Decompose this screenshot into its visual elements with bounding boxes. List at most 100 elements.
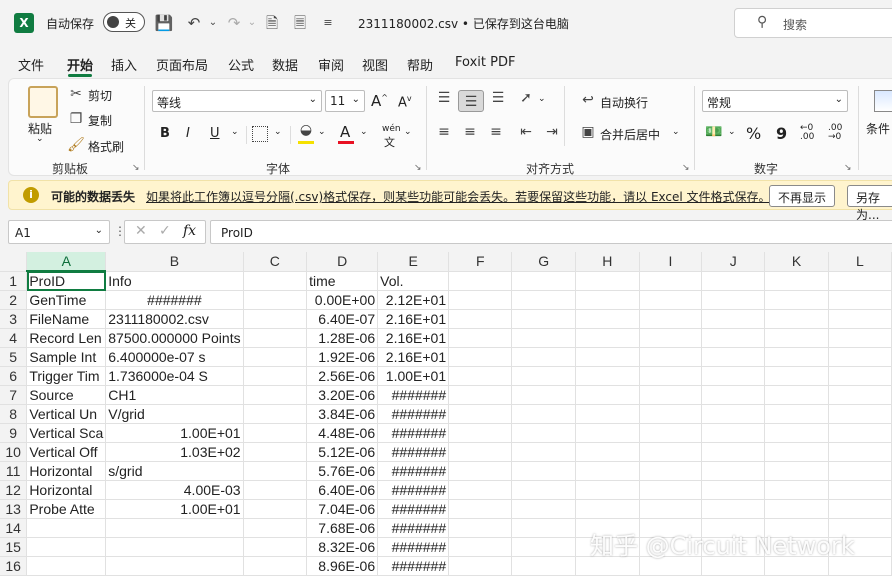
cell-e12[interactable]: ####### bbox=[377, 480, 450, 500]
cell-g14[interactable] bbox=[511, 518, 577, 538]
column-header-l[interactable]: L bbox=[828, 252, 892, 272]
cell-e4[interactable]: 2.16E+01 bbox=[377, 328, 450, 348]
wrap-text-button[interactable]: 自动换行 bbox=[600, 94, 648, 111]
font-size-select[interactable]: 11 ⌄ bbox=[325, 90, 365, 112]
redo-dropdown-icon[interactable]: ⌄ bbox=[242, 13, 262, 33]
column-header-g[interactable]: G bbox=[511, 252, 577, 272]
number-format-select[interactable]: 常规 ⌄ bbox=[702, 90, 848, 112]
cell-e2[interactable]: 2.12E+01 bbox=[377, 290, 450, 310]
decrease-indent-icon[interactable]: ⇤ bbox=[516, 124, 536, 140]
cancel-icon[interactable]: ✕ bbox=[135, 223, 147, 239]
cell-e10[interactable]: ####### bbox=[377, 442, 450, 462]
cell-l12[interactable] bbox=[828, 480, 892, 500]
cell-b2[interactable]: ####### bbox=[105, 290, 244, 310]
cell-e5[interactable]: 2.16E+01 bbox=[377, 347, 450, 367]
wrap-text-icon[interactable]: ↩ bbox=[578, 92, 598, 108]
tab-formulas[interactable]: 公式 bbox=[228, 55, 254, 74]
cell-j11[interactable] bbox=[701, 461, 766, 481]
number-launcher-icon[interactable]: ↘ bbox=[844, 163, 852, 173]
cell-f12[interactable] bbox=[448, 480, 513, 500]
cell-e3[interactable]: 2.16E+01 bbox=[377, 309, 450, 329]
cell-c8[interactable] bbox=[243, 404, 308, 424]
cell-b8[interactable]: V/grid bbox=[105, 404, 244, 424]
cell-d3[interactable]: 6.40E-07 bbox=[306, 309, 379, 329]
italic-button[interactable]: I bbox=[186, 126, 190, 141]
cell-g7[interactable] bbox=[511, 385, 577, 405]
cell-e9[interactable]: ####### bbox=[377, 423, 450, 443]
cell-c9[interactable] bbox=[243, 423, 308, 443]
column-header-i[interactable]: I bbox=[639, 252, 703, 272]
cell-e15[interactable]: ####### bbox=[377, 537, 450, 557]
cell-d6[interactable]: 2.56E-06 bbox=[306, 366, 379, 386]
cell-d11[interactable]: 5.76E-06 bbox=[306, 461, 379, 481]
cell-c4[interactable] bbox=[243, 328, 308, 348]
row-header[interactable]: 15 bbox=[0, 537, 28, 557]
cell-a7[interactable]: Source bbox=[26, 385, 107, 405]
cell-h7[interactable] bbox=[575, 385, 640, 405]
cell-e6[interactable]: 1.00E+01 bbox=[377, 366, 450, 386]
align-top-icon[interactable]: ☰ bbox=[434, 90, 454, 106]
cell-j13[interactable] bbox=[701, 499, 766, 519]
cell-a10[interactable]: Vertical Off bbox=[26, 442, 107, 462]
merge-center-button[interactable]: 合并后居中 bbox=[600, 126, 660, 143]
redo-icon[interactable]: ↷ bbox=[224, 13, 244, 33]
infobar-message-link[interactable]: 如果将此工作簿以逗号分隔(.csv)格式保存，则某些功能可能会丢失。若要保留这些… bbox=[146, 188, 771, 205]
save-icon[interactable]: 💾 bbox=[154, 13, 174, 33]
cell-d2[interactable]: 0.00E+00 bbox=[306, 290, 379, 310]
column-header-k[interactable]: K bbox=[764, 252, 829, 272]
cell-f16[interactable] bbox=[448, 556, 513, 576]
cell-b12[interactable]: 4.00E-03 bbox=[105, 480, 244, 500]
cell-d1[interactable]: time bbox=[306, 271, 379, 291]
cell-i6[interactable] bbox=[639, 366, 703, 386]
row-header[interactable]: 7 bbox=[0, 385, 28, 405]
cell-g9[interactable] bbox=[511, 423, 577, 443]
cell-i9[interactable] bbox=[639, 423, 703, 443]
comma-style-button[interactable]: 9 bbox=[776, 124, 787, 143]
cell-a11[interactable]: Horizontal bbox=[26, 461, 107, 481]
accounting-format-icon[interactable]: 💵 bbox=[704, 124, 724, 140]
cell-h12[interactable] bbox=[575, 480, 640, 500]
cell-g16[interactable] bbox=[511, 556, 577, 576]
cell-i4[interactable] bbox=[639, 328, 703, 348]
row-header[interactable]: 1 bbox=[0, 271, 28, 291]
cell-l13[interactable] bbox=[828, 499, 892, 519]
cell-c16[interactable] bbox=[243, 556, 308, 576]
select-all-corner[interactable] bbox=[0, 252, 28, 272]
cell-k11[interactable] bbox=[764, 461, 829, 481]
orientation-icon[interactable]: ➚ bbox=[516, 90, 536, 106]
cell-a4[interactable]: Record Len bbox=[26, 328, 107, 348]
row-header[interactable]: 11 bbox=[0, 461, 28, 481]
row-header[interactable]: 4 bbox=[0, 328, 28, 348]
tab-file[interactable]: 文件 bbox=[18, 55, 44, 74]
row-header[interactable]: 16 bbox=[0, 556, 28, 576]
cell-k2[interactable] bbox=[764, 290, 829, 310]
cell-e1[interactable]: Vol. bbox=[377, 271, 450, 291]
insert-function-button[interactable]: fx bbox=[183, 223, 196, 239]
fill-color-dropdown-icon[interactable]: ⌄ bbox=[318, 127, 326, 137]
cell-g1[interactable] bbox=[511, 271, 577, 291]
cell-b4[interactable]: 87500.000000 Points bbox=[105, 328, 244, 348]
cell-g11[interactable] bbox=[511, 461, 577, 481]
cell-d16[interactable]: 8.96E-06 bbox=[306, 556, 379, 576]
font-color-dropdown-icon[interactable]: ⌄ bbox=[360, 127, 368, 137]
cell-c12[interactable] bbox=[243, 480, 308, 500]
cell-i13[interactable] bbox=[639, 499, 703, 519]
row-header[interactable]: 3 bbox=[0, 309, 28, 329]
cell-f7[interactable] bbox=[448, 385, 513, 405]
column-header-h[interactable]: H bbox=[575, 252, 640, 272]
cell-g10[interactable] bbox=[511, 442, 577, 462]
copy-icon[interactable]: ❐ bbox=[66, 111, 86, 127]
column-header-f[interactable]: F bbox=[448, 252, 513, 272]
cell-f13[interactable] bbox=[448, 499, 513, 519]
cell-h13[interactable] bbox=[575, 499, 640, 519]
cell-j6[interactable] bbox=[701, 366, 766, 386]
cell-k10[interactable] bbox=[764, 442, 829, 462]
cell-g15[interactable] bbox=[511, 537, 577, 557]
customize-toolbar-icon[interactable]: ≡ bbox=[318, 13, 338, 33]
cell-k12[interactable] bbox=[764, 480, 829, 500]
cell-h3[interactable] bbox=[575, 309, 640, 329]
phonetic-guide-button[interactable]: wén bbox=[382, 124, 401, 134]
cell-f3[interactable] bbox=[448, 309, 513, 329]
cell-h8[interactable] bbox=[575, 404, 640, 424]
merge-dropdown-icon[interactable]: ⌄ bbox=[672, 127, 680, 137]
